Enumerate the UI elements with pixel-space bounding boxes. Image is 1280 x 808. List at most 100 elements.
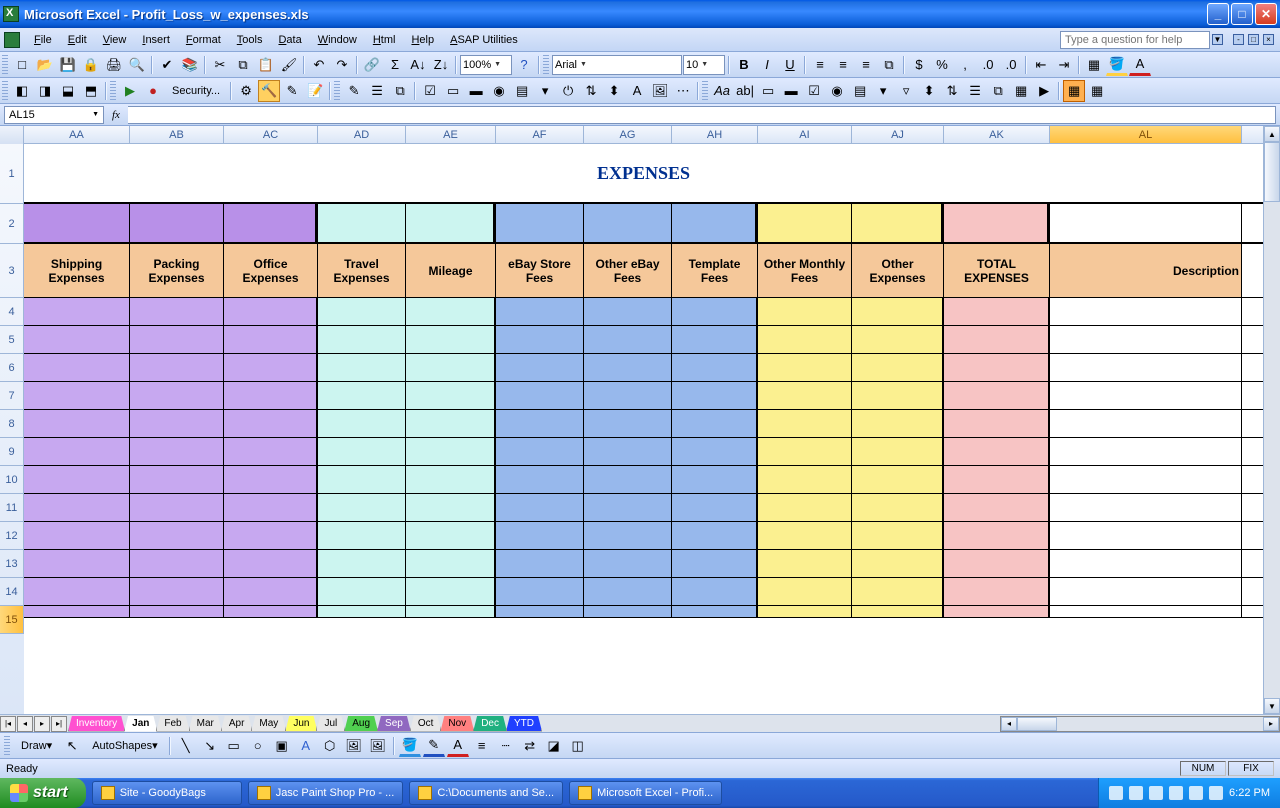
cell[interactable] (496, 494, 584, 521)
cell[interactable] (496, 522, 584, 549)
column-header[interactable]: AK (944, 126, 1050, 143)
cell[interactable] (406, 578, 496, 605)
open-icon[interactable]: 📂 (34, 54, 56, 76)
exit-design-icon[interactable]: ✎ (343, 80, 365, 102)
cell[interactable] (224, 204, 318, 242)
sheet-tab-apr[interactable]: Apr (221, 716, 253, 732)
cell[interactable] (318, 326, 406, 353)
print-preview-icon[interactable]: 🔍 (126, 54, 148, 76)
column-header[interactable]: AF (496, 126, 584, 143)
clipart-icon[interactable]: 🖼 (343, 735, 365, 757)
column-header-cell[interactable]: Template Fees (672, 244, 758, 297)
cell[interactable] (496, 382, 584, 409)
cell[interactable] (944, 494, 1050, 521)
align-left-icon[interactable]: ≡ (809, 54, 831, 76)
column-header-cell[interactable]: Office Expenses (224, 244, 318, 297)
cell[interactable] (224, 354, 318, 381)
command-button-icon[interactable]: ▬ (465, 80, 487, 102)
cell[interactable] (584, 354, 672, 381)
form-grid-icon[interactable]: ▦ (1010, 80, 1032, 102)
tray-icon[interactable] (1149, 786, 1163, 800)
copy-icon[interactable]: ⧉ (232, 54, 254, 76)
row-header[interactable]: 11 (0, 494, 24, 522)
toolbar-grip[interactable] (2, 81, 8, 101)
cell[interactable] (672, 466, 758, 493)
sheet-tab-aug[interactable]: Aug (344, 716, 378, 732)
menu-insert[interactable]: Insert (134, 31, 178, 49)
cell[interactable] (318, 550, 406, 577)
cell[interactable] (584, 298, 672, 325)
toolbar-grip[interactable] (2, 55, 8, 75)
row-header[interactable]: 8 (0, 410, 24, 438)
cell[interactable] (758, 354, 852, 381)
fx-icon[interactable]: fx (112, 109, 120, 121)
menu-html[interactable]: Html (365, 31, 404, 49)
paste-icon[interactable]: 📋 (255, 54, 277, 76)
column-header-cell[interactable]: Travel Expenses (318, 244, 406, 297)
formula-input[interactable] (128, 106, 1276, 124)
cell[interactable] (852, 494, 944, 521)
row-header[interactable]: 2 (0, 204, 24, 244)
cell[interactable] (852, 298, 944, 325)
row-header[interactable]: 1 (0, 144, 24, 204)
permission-icon[interactable]: 🔒 (80, 54, 102, 76)
mdi-close-button[interactable]: × (1263, 34, 1274, 45)
cell[interactable] (24, 298, 130, 325)
line-style-icon[interactable]: ≡ (471, 735, 493, 757)
cell[interactable] (758, 606, 852, 617)
name-box[interactable]: AL15▼ (4, 106, 104, 124)
cell[interactable] (1050, 438, 1242, 465)
cell[interactable] (672, 522, 758, 549)
cell[interactable] (496, 298, 584, 325)
cell[interactable] (318, 204, 406, 242)
cell[interactable] (584, 550, 672, 577)
cell[interactable] (944, 354, 1050, 381)
row-header[interactable]: 4 (0, 298, 24, 326)
cell[interactable] (496, 354, 584, 381)
cell[interactable] (130, 298, 224, 325)
help-icon[interactable]: ? (513, 54, 535, 76)
cell[interactable] (1050, 466, 1242, 493)
save-icon[interactable]: 💾 (57, 54, 79, 76)
tray-icon[interactable] (1209, 786, 1223, 800)
form-group-icon[interactable]: ▭ (757, 80, 779, 102)
highlight1-icon[interactable]: ▦ (1063, 80, 1085, 102)
cell[interactable] (406, 382, 496, 409)
column-header[interactable]: AL (1050, 126, 1242, 143)
cell[interactable] (224, 438, 318, 465)
cell[interactable] (852, 606, 944, 617)
cell[interactable] (584, 578, 672, 605)
textbox-icon[interactable]: ▭ (442, 80, 464, 102)
cell[interactable] (852, 382, 944, 409)
cell[interactable] (672, 354, 758, 381)
cell[interactable] (496, 410, 584, 437)
cell[interactable] (944, 438, 1050, 465)
form-props-icon[interactable]: ☰ (964, 80, 986, 102)
row-header[interactable]: 5 (0, 326, 24, 354)
column-header-cell[interactable]: Other eBay Fees (584, 244, 672, 297)
scroll-right-icon[interactable]: ▸ (1263, 717, 1279, 731)
draw-menu[interactable]: Draw ▾ (14, 735, 59, 757)
cell[interactable] (224, 522, 318, 549)
cell[interactable] (130, 204, 224, 242)
cell[interactable] (944, 326, 1050, 353)
row-header[interactable]: 7 (0, 382, 24, 410)
cell[interactable] (318, 494, 406, 521)
maximize-button[interactable]: □ (1231, 3, 1253, 25)
properties-icon[interactable]: ☰ (366, 80, 388, 102)
menu-tools[interactable]: Tools (229, 31, 271, 49)
cell[interactable] (130, 522, 224, 549)
view-code-icon[interactable]: ⧉ (389, 80, 411, 102)
alt4-icon[interactable]: ⬒ (80, 80, 102, 102)
sheet-tab-inventory[interactable]: Inventory (68, 716, 125, 732)
menu-view[interactable]: View (95, 31, 135, 49)
cell[interactable] (24, 410, 130, 437)
merge-center-icon[interactable]: ⧉ (878, 54, 900, 76)
cut-icon[interactable]: ✂ (209, 54, 231, 76)
cell[interactable] (584, 522, 672, 549)
design-mode-icon[interactable]: ✎ (281, 80, 303, 102)
line-icon[interactable]: ╲ (175, 735, 197, 757)
cell[interactable] (24, 550, 130, 577)
row-header[interactable]: 13 (0, 550, 24, 578)
cell[interactable] (24, 382, 130, 409)
